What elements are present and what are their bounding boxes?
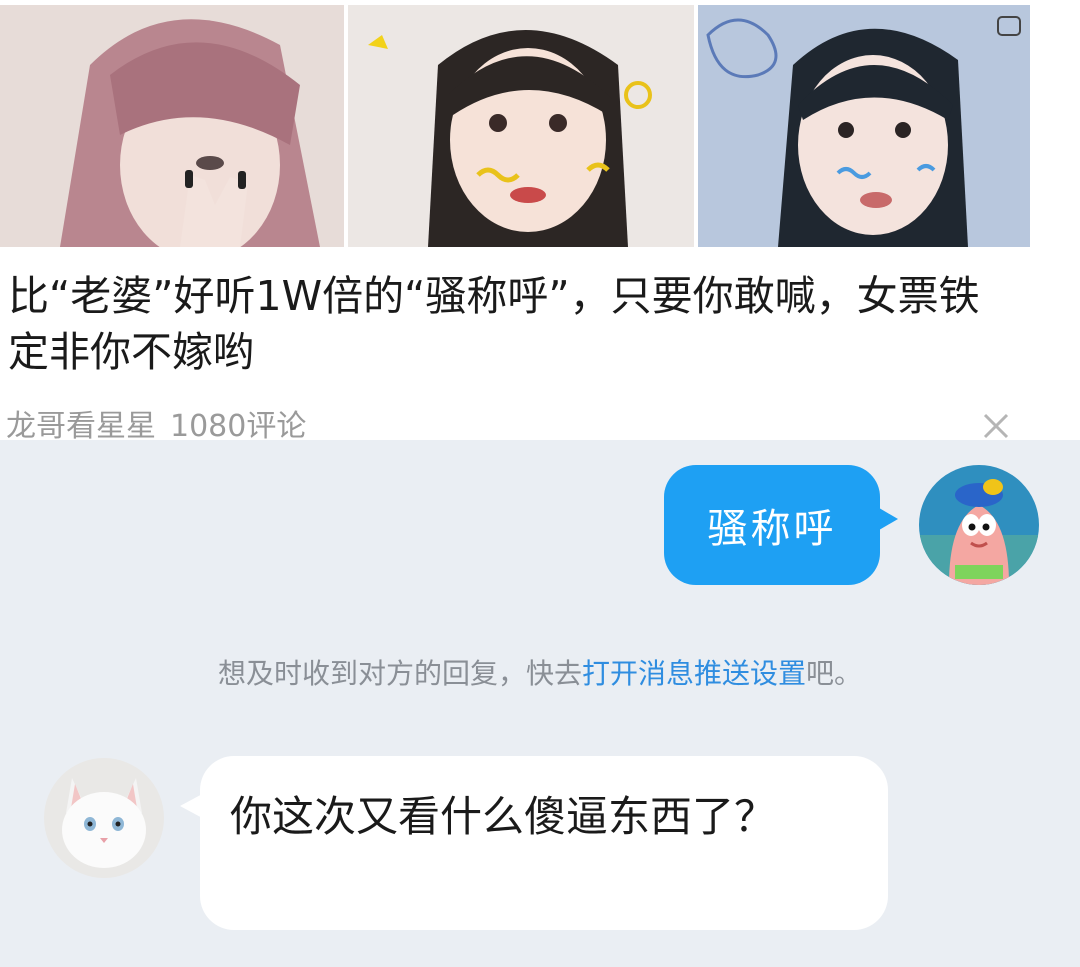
notice-prefix: 想及时收到对方的回复，快去: [217, 657, 582, 690]
author-name[interactable]: 龙哥看星星: [6, 409, 156, 441]
white-cat-avatar[interactable]: [44, 758, 164, 878]
thumbnail-image[interactable]: [698, 5, 1030, 247]
outgoing-message-text: 骚称呼: [707, 506, 837, 552]
incoming-message-bubble[interactable]: 你这次又看什么傻逼东西了？: [180, 756, 888, 930]
patrick-star-avatar[interactable]: [919, 465, 1039, 585]
chat-area: 骚称呼 想及时收到对方的回复，快去打开消息推送设置吧。 你这次又看什么傻逼东西了…: [0, 440, 1080, 967]
news-card[interactable]: 比“老婆”好听1W倍的“骚称呼”，只要你敢喊，女票铁定非你不嫁哟 龙哥看星星 10…: [0, 0, 1032, 442]
incoming-message-text: 你这次又看什么傻逼东西了？: [230, 792, 777, 841]
push-notification-notice: 想及时收到对方的回复，快去打开消息推送设置吧。: [0, 652, 1080, 692]
close-icon[interactable]: [980, 410, 1012, 442]
comment-count: 1080评论: [170, 409, 307, 441]
push-settings-link[interactable]: 打开消息推送设置: [582, 657, 806, 690]
article-headline[interactable]: 比“老婆”好听1W倍的“骚称呼”，只要你敢喊，女票铁定非你不嫁哟: [8, 268, 1018, 380]
notice-suffix: 吧。: [806, 657, 863, 690]
thumbnail-image[interactable]: [348, 5, 694, 247]
thumbnail-image[interactable]: [0, 5, 344, 247]
article-meta: 龙哥看星星 1080评论: [6, 405, 306, 441]
thumbnail-strip: [0, 5, 1032, 247]
outgoing-message-bubble[interactable]: 骚称呼: [664, 465, 898, 585]
